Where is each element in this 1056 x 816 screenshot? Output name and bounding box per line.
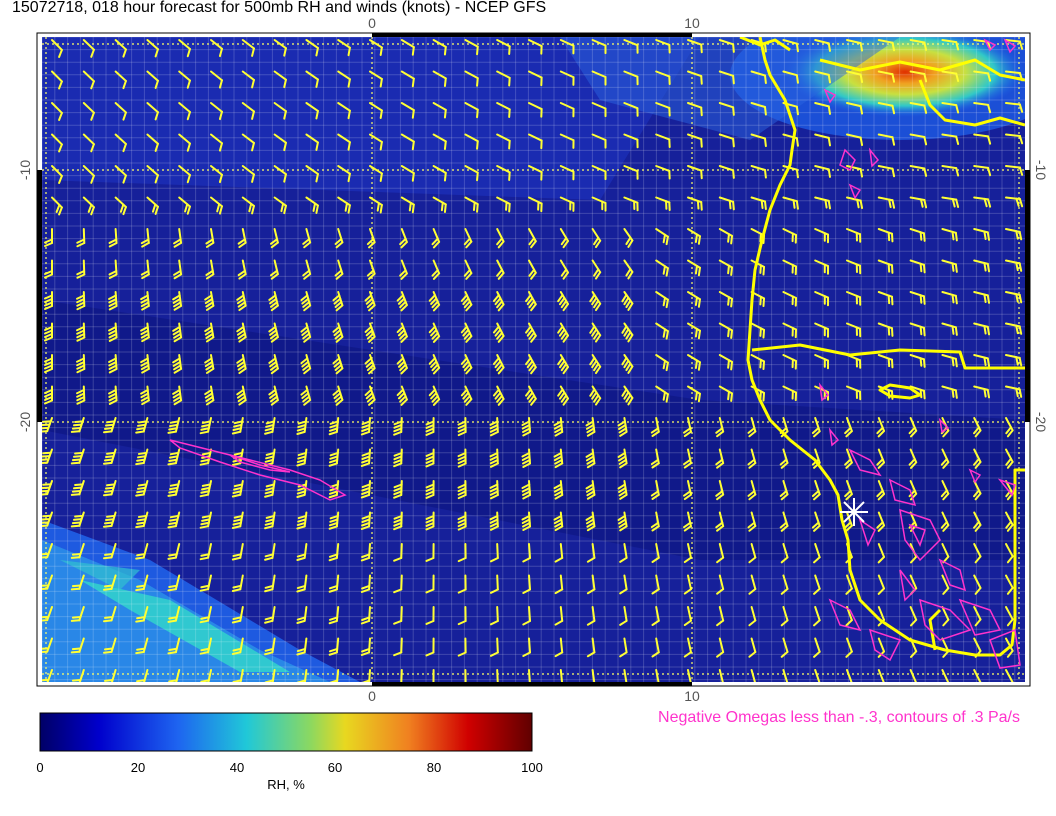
left-tick-minus20: -20 <box>17 412 33 432</box>
colorbar-tick-20: 20 <box>131 760 145 775</box>
right-tick-minus10: -10 <box>1033 160 1049 180</box>
colorbar-tick-80: 80 <box>427 760 441 775</box>
omega-note: Negative Omegas less than -.3, contours … <box>658 709 1020 726</box>
top-axis-bar <box>372 33 692 37</box>
right-tick-minus20: -20 <box>1033 412 1049 432</box>
bottom-axis-bar <box>372 682 692 686</box>
colorbar <box>39 712 533 752</box>
bottom-tick-0: 0 <box>368 688 376 704</box>
colorbar-tick-100: 100 <box>521 760 543 775</box>
colorbar-tick-60: 60 <box>328 760 342 775</box>
right-axis-bar <box>1025 170 1030 422</box>
colorbar-tick-40: 40 <box>230 760 244 775</box>
top-tick-10: 10 <box>684 15 700 31</box>
left-axis-bar <box>37 170 42 422</box>
left-tick-minus10: -10 <box>17 160 33 180</box>
map-figure: 15072718, 018 hour forecast for 500mb RH… <box>12 0 1049 792</box>
plot-title: 15072718, 018 hour forecast for 500mb RH… <box>12 0 546 16</box>
top-tick-0: 0 <box>368 15 376 31</box>
map-area <box>42 37 1025 682</box>
bottom-tick-10: 10 <box>684 688 700 704</box>
asterisk-icon <box>840 498 868 526</box>
colorbar-label: RH, % <box>267 777 305 792</box>
colorbar-tick-0: 0 <box>36 760 43 775</box>
